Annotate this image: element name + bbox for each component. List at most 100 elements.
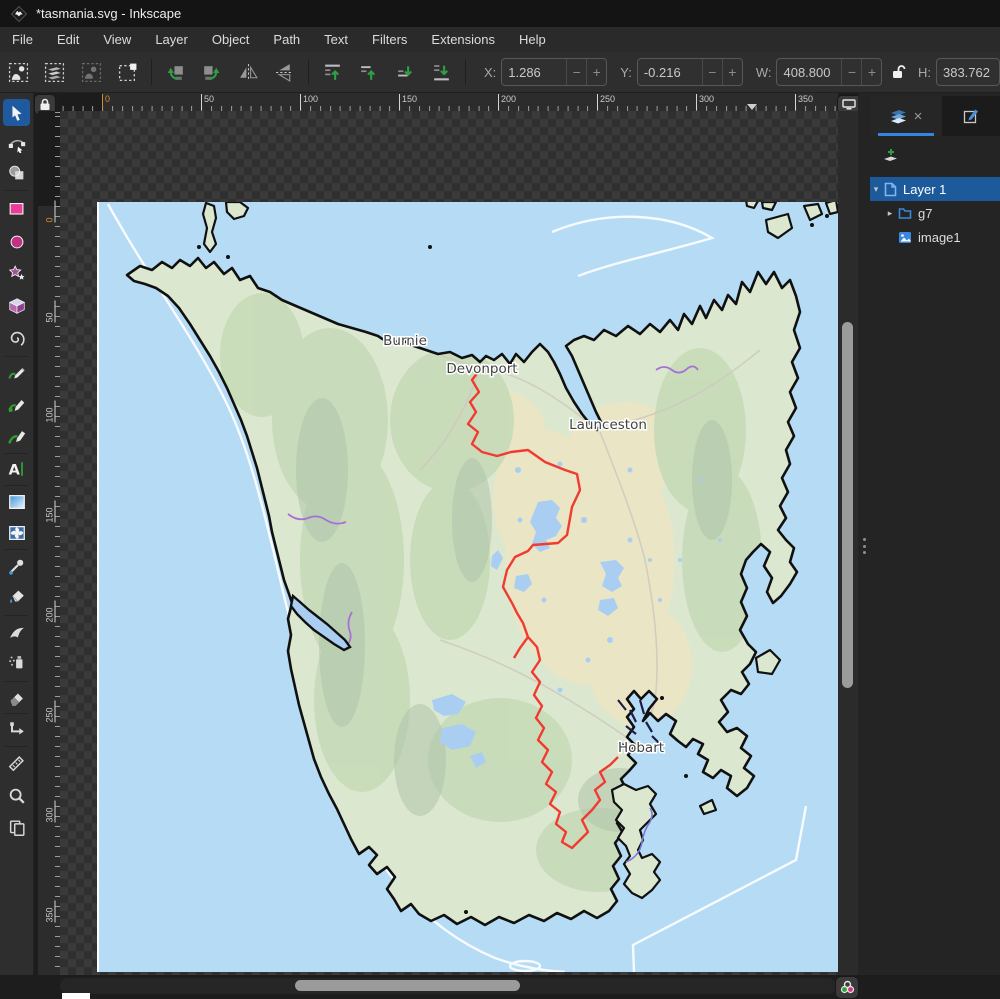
layers-icon	[890, 109, 907, 124]
flip-horizontal-icon[interactable]	[234, 58, 262, 86]
objects-icon	[963, 108, 979, 124]
eraser-tool-icon[interactable]	[3, 684, 30, 711]
ruler-cursor-marker	[747, 104, 757, 110]
spray-tool-icon[interactable]	[3, 648, 30, 675]
ruler-label: 150	[45, 501, 56, 523]
ruler-label: 300	[696, 94, 714, 110]
w-label: W:	[756, 65, 772, 80]
y-input[interactable]	[638, 59, 702, 85]
box-3d-tool-icon[interactable]	[3, 292, 30, 319]
vertical-ruler[interactable]: 0 50 100 150 200 250 300 350	[38, 111, 60, 975]
panel-divider[interactable]	[858, 93, 870, 975]
ruler-label: 300	[45, 801, 56, 823]
height-input[interactable]	[937, 59, 1000, 85]
layer-label: image1	[918, 230, 961, 245]
canvas[interactable]: Burnie Devonport Launceston Hobart	[60, 111, 838, 975]
document-page[interactable]: Burnie Devonport Launceston Hobart	[97, 202, 838, 972]
menu-layer[interactable]: Layer	[143, 27, 200, 52]
select-all-layers-icon[interactable]	[41, 58, 69, 86]
calligraphy-tool-icon[interactable]	[3, 423, 30, 450]
menu-text[interactable]: Text	[312, 27, 360, 52]
menu-view[interactable]: View	[91, 27, 143, 52]
measure-tool-icon[interactable]	[3, 749, 30, 776]
ruler-label: 250	[45, 701, 56, 723]
close-icon[interactable]: ×	[914, 108, 923, 125]
tasmania-map-image: Burnie Devonport Launceston Hobart	[99, 202, 838, 972]
selector-tool-icon[interactable]	[3, 99, 30, 126]
horizontal-scrollbar-thumb[interactable]	[295, 980, 520, 991]
zoom-tool-icon[interactable]	[3, 782, 30, 809]
menu-extensions[interactable]: Extensions	[419, 27, 507, 52]
pen-tool-icon[interactable]	[3, 391, 30, 418]
star-tool-icon[interactable]	[3, 259, 30, 286]
inkscape-logo-icon	[11, 6, 27, 22]
menu-filters[interactable]: Filters	[360, 27, 419, 52]
gradient-tool-icon[interactable]	[3, 488, 30, 515]
pages-tool-icon[interactable]	[3, 814, 30, 841]
toolbar-separator	[151, 59, 152, 85]
connector-tool-icon[interactable]	[3, 716, 30, 743]
group-folder-icon	[898, 207, 912, 220]
inkscape-window: *tasmania.svg - Inkscape File Edit View …	[0, 0, 1000, 999]
menu-path[interactable]: Path	[261, 27, 312, 52]
paint-bucket-tool-icon[interactable]	[3, 583, 30, 610]
x-increment-button[interactable]: +	[586, 59, 606, 85]
selection-toolbar: X: − + Y: − + W: − +	[0, 52, 1000, 93]
add-layer-button[interactable]	[878, 143, 904, 169]
spiral-tool-icon[interactable]	[3, 324, 30, 351]
tab-layers[interactable]: ×	[870, 96, 942, 136]
toolbar-separator	[465, 59, 466, 85]
ruler-label: 150	[399, 94, 417, 110]
layer-row-g7[interactable]: ▸ g7	[870, 201, 1000, 225]
city-label-devonport: Devonport	[446, 361, 517, 377]
dropper-tool-icon[interactable]	[3, 552, 30, 579]
caret-down-icon[interactable]: ▾	[870, 184, 882, 195]
x-input[interactable]	[502, 59, 566, 85]
shape-builder-tool-icon[interactable]	[3, 159, 30, 186]
vertical-scrollbar[interactable]	[838, 111, 858, 975]
layer-row-image1[interactable]: image1	[870, 225, 1000, 249]
deselect-icon[interactable]	[78, 58, 106, 86]
lock-open-icon[interactable]	[884, 58, 912, 86]
select-all-icon[interactable]	[5, 58, 33, 86]
menu-edit[interactable]: Edit	[45, 27, 91, 52]
lower-to-bottom-icon[interactable]	[428, 58, 456, 86]
ruler-label: 250	[597, 94, 615, 110]
tweak-tool-icon[interactable]	[3, 618, 30, 645]
image-icon	[898, 231, 912, 244]
caret-right-icon[interactable]: ▸	[884, 208, 896, 219]
y-decrement-button[interactable]: −	[702, 59, 722, 85]
text-tool-icon[interactable]: A	[3, 455, 30, 482]
vertical-scrollbar-thumb[interactable]	[842, 322, 853, 688]
layer-row-layer1[interactable]: ▾ Layer 1	[870, 177, 1000, 201]
panel-drag-handle-icon[interactable]	[861, 538, 867, 554]
horizontal-scrollbar[interactable]	[60, 978, 836, 994]
raise-icon[interactable]	[355, 58, 383, 86]
menu-file[interactable]: File	[0, 27, 45, 52]
dock-tab-bar: ×	[870, 96, 1000, 136]
w-decrement-button[interactable]: −	[841, 59, 861, 85]
mesh-gradient-tool-icon[interactable]	[3, 519, 30, 546]
rotate-cw-icon[interactable]	[198, 58, 226, 86]
y-increment-button[interactable]: +	[722, 59, 742, 85]
menu-help[interactable]: Help	[507, 27, 558, 52]
pencil-tool-icon[interactable]	[3, 359, 30, 386]
selection-frame-icon[interactable]	[114, 58, 142, 86]
tab-objects[interactable]	[942, 96, 1000, 136]
ellipse-tool-icon[interactable]	[3, 228, 30, 255]
rectangle-tool-icon[interactable]	[3, 195, 30, 222]
menu-bar: File Edit View Layer Object Path Text Fi…	[0, 27, 1000, 53]
flip-vertical-icon[interactable]	[271, 58, 299, 86]
horizontal-ruler[interactable]: 0 50 100 150 200 250 300 350	[60, 93, 838, 111]
node-editor-tool-icon[interactable]	[3, 129, 30, 156]
color-management-icon[interactable]	[835, 976, 859, 999]
ruler-label: 100	[45, 401, 56, 423]
lower-icon[interactable]	[391, 58, 419, 86]
w-increment-button[interactable]: +	[861, 59, 881, 85]
menu-object[interactable]: Object	[200, 27, 262, 52]
raise-to-top-icon[interactable]	[318, 58, 346, 86]
x-decrement-button[interactable]: −	[566, 59, 586, 85]
width-input[interactable]	[777, 59, 841, 85]
rotate-ccw-icon[interactable]	[161, 58, 189, 86]
svg-text:A: A	[8, 462, 20, 478]
